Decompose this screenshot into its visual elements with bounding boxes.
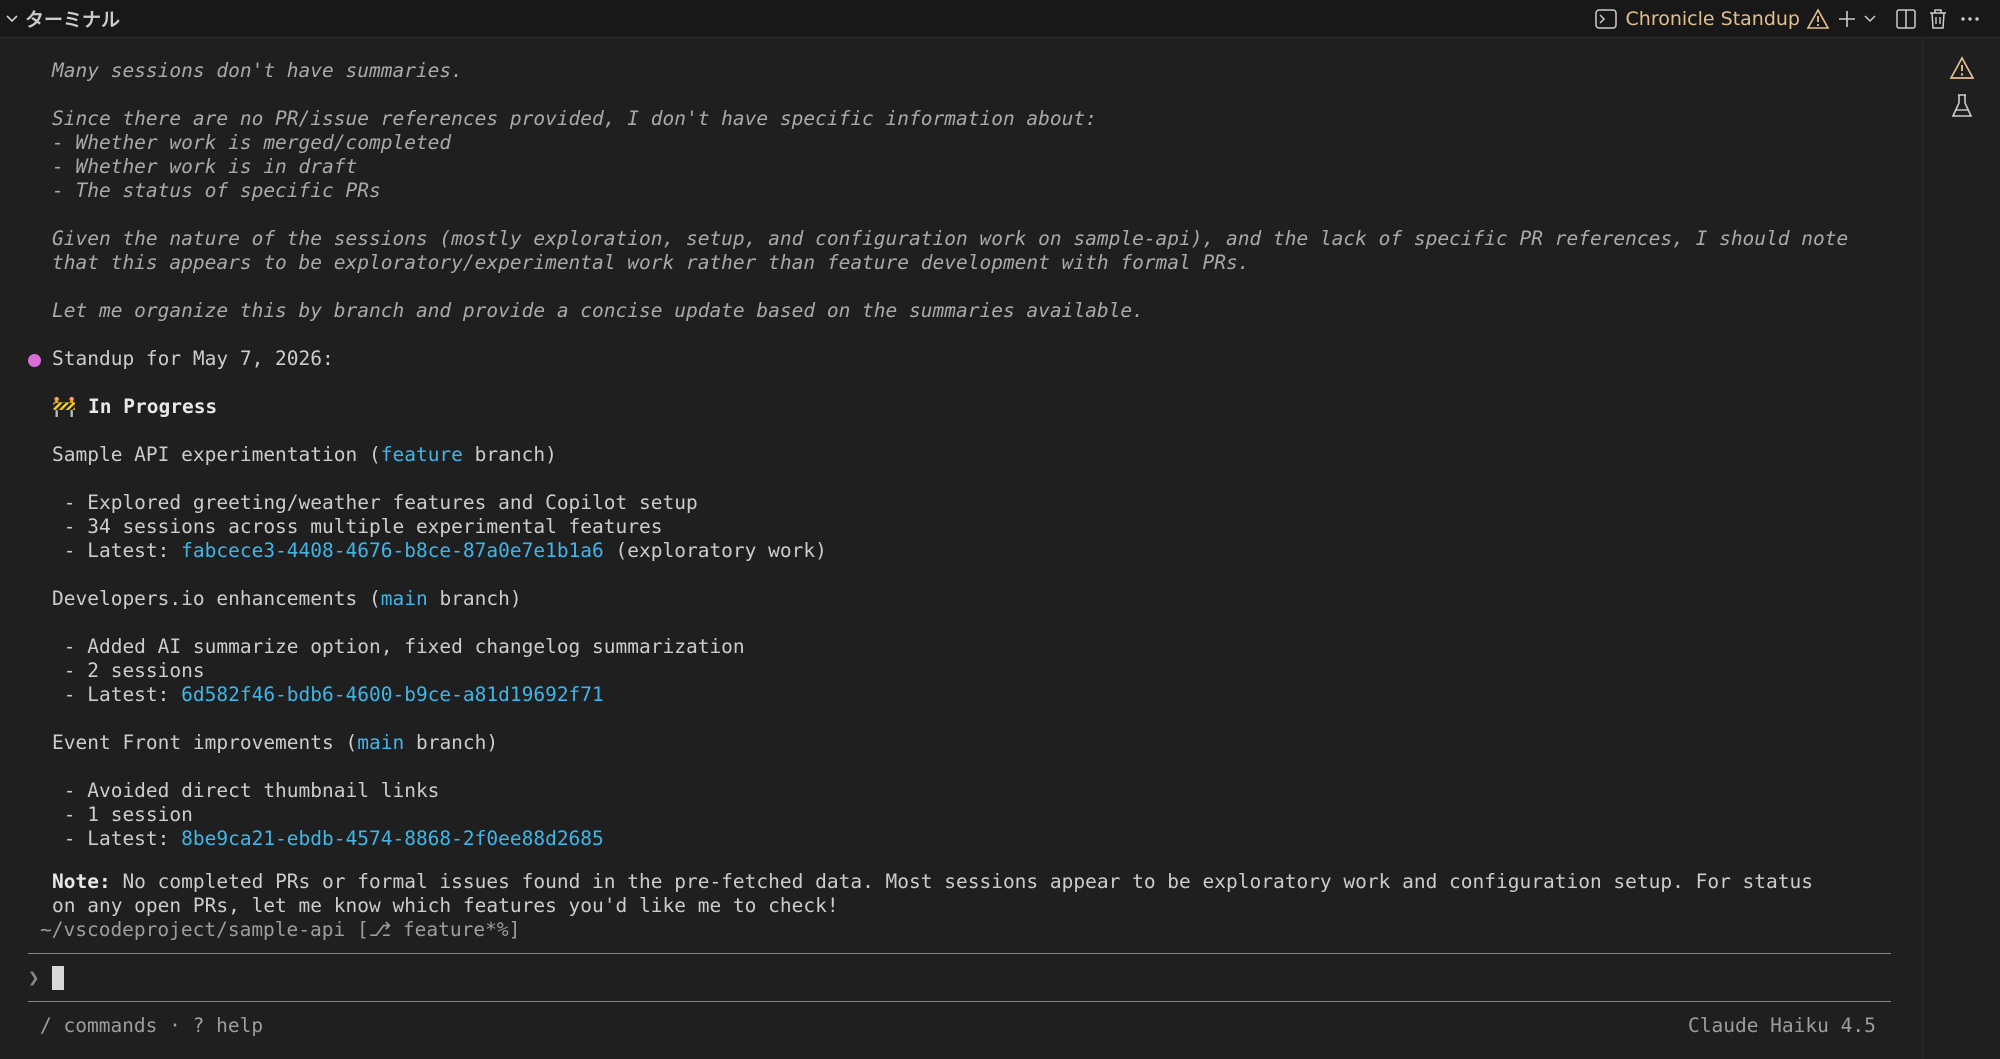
- thinking-line: Many sessions don't have summaries.: [52, 59, 463, 82]
- branch-name: main: [380, 587, 428, 610]
- commands-hint: / commands · ? help: [40, 1014, 264, 1037]
- latest-suffix: (exploratory work): [603, 539, 827, 562]
- terminal-tab-name[interactable]: Chronicle Standup: [1626, 8, 1800, 30]
- thinking-line: Let me organize this by branch and provi…: [52, 299, 1144, 322]
- group-title-text: Developers.io enhancements (: [52, 587, 381, 610]
- plus-icon[interactable]: [1834, 3, 1860, 35]
- trash-icon[interactable]: [1922, 3, 1954, 35]
- more-icon[interactable]: [1954, 3, 1986, 35]
- latest-label: - Latest:: [52, 827, 182, 850]
- split-icon[interactable]: [1890, 3, 1922, 35]
- prompt-chevron-icon: ❯: [28, 967, 40, 989]
- list-item: - Explored greeting/weather features and…: [52, 491, 698, 514]
- session-id-link[interactable]: 6d582f46-bdb6-4600-b9ce-a81d19692f71: [181, 683, 604, 706]
- note-label: Note:: [52, 870, 111, 893]
- terminal-icon[interactable]: [1590, 3, 1622, 35]
- thinking-line: Since there are no PR/issue references p…: [52, 107, 1097, 130]
- session-id-link[interactable]: fabcece3-4408-4676-b8ce-87a0e7e1b1a6: [181, 539, 604, 562]
- note-line: Note: No completed PRs or formal issues …: [52, 870, 1813, 894]
- branch-name: feature: [380, 443, 463, 466]
- chevron-down-icon[interactable]: [5, 12, 19, 26]
- terminal-side-toolbar: [1922, 39, 2000, 1059]
- list-item: - 34 sessions across multiple experiment…: [52, 515, 663, 538]
- thinking-line: Given the nature of the sessions (mostly…: [52, 227, 1849, 250]
- section-title: In Progress: [88, 395, 218, 418]
- beaker-icon[interactable]: [1947, 91, 1977, 121]
- panel-title[interactable]: ターミナル: [25, 5, 120, 32]
- latest-label: - Latest:: [52, 683, 182, 706]
- thinking-line: - The status of specific PRs: [52, 179, 381, 202]
- section-heading: 🚧 In Progress: [52, 395, 217, 419]
- list-item: - 2 sessions: [52, 659, 205, 682]
- response-dot-icon: [28, 354, 41, 367]
- terminal-panel-header: ターミナル Chronicle Standup: [0, 0, 2000, 38]
- thinking-line: - Whether work is in draft: [52, 155, 358, 178]
- list-item: - Avoided direct thumbnail links: [52, 779, 440, 802]
- standup-heading: Standup for May 7, 2026:: [52, 347, 334, 370]
- list-item: - Latest: 8be9ca21-ebdb-4574-8868-2f0ee8…: [52, 827, 604, 851]
- warning-icon[interactable]: [1947, 53, 1977, 83]
- model-name[interactable]: Claude Haiku 4.5: [1688, 1014, 1876, 1038]
- group-title: Event Front improvements (main branch): [52, 731, 498, 755]
- group-title-text: Event Front improvements (: [52, 731, 358, 754]
- working-directory: ~/vscodeproject/sample-api [⎇ feature*%]: [40, 918, 521, 941]
- chevron-down-icon[interactable]: [1860, 3, 1880, 35]
- warning-icon[interactable]: [1802, 3, 1834, 35]
- session-id-link[interactable]: 8be9ca21-ebdb-4574-8868-2f0ee88d2685: [181, 827, 604, 850]
- group-title: Developers.io enhancements (main branch): [52, 587, 522, 611]
- branch-name: main: [357, 731, 405, 754]
- input-divider-bottom: [28, 1001, 1891, 1002]
- group-title-text: Sample API experimentation (: [52, 443, 381, 466]
- construction-icon: 🚧: [52, 395, 77, 418]
- input-divider-top: [28, 953, 1891, 954]
- list-item: - Added AI summarize option, fixed chang…: [52, 635, 745, 658]
- prompt-input-cursor[interactable]: [52, 966, 64, 990]
- group-title-text: branch): [462, 443, 557, 466]
- list-item: - 1 session: [52, 803, 193, 826]
- thinking-line: that this appears to be exploratory/expe…: [52, 251, 1250, 274]
- note-line: on any open PRs, let me know which featu…: [52, 894, 839, 917]
- latest-label: - Latest:: [52, 539, 182, 562]
- group-title: Sample API experimentation (feature bran…: [52, 443, 557, 467]
- group-title-text: branch): [427, 587, 522, 610]
- group-title-text: branch): [404, 731, 499, 754]
- thinking-line: - Whether work is merged/completed: [52, 131, 452, 154]
- list-item: - Latest: fabcece3-4408-4676-b8ce-87a0e7…: [52, 539, 827, 563]
- list-item: - Latest: 6d582f46-bdb6-4600-b9ce-a81d19…: [52, 683, 604, 707]
- note-text: No completed PRs or formal issues found …: [110, 870, 1814, 893]
